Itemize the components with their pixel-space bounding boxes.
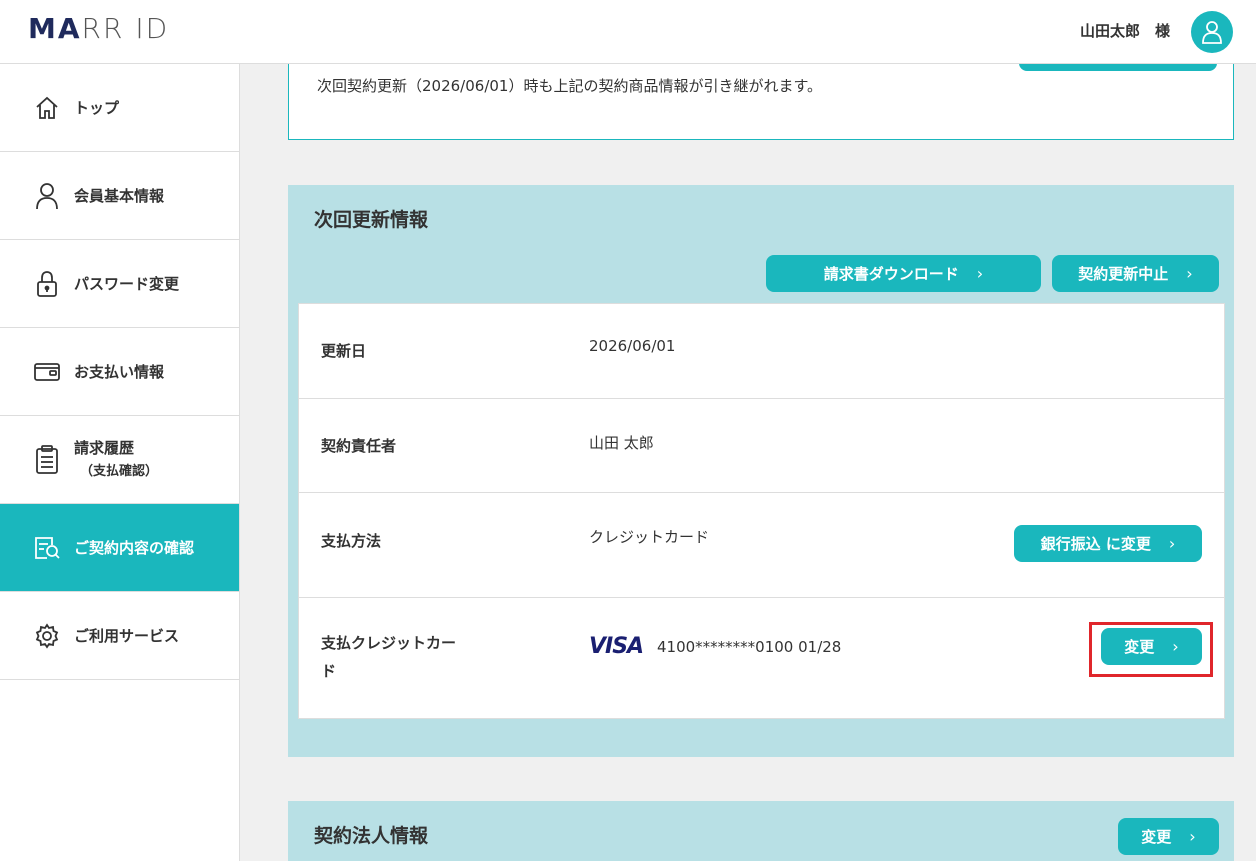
change-card-button[interactable]: 変更 › xyxy=(1101,628,1202,665)
sidebar-item-top[interactable]: トップ xyxy=(0,64,239,152)
sidebar-item-services[interactable]: ご利用サービス xyxy=(0,592,239,680)
sidebar-item-billing-history[interactable]: 請求履歴 （支払確認） xyxy=(0,416,239,504)
table-row: 支払クレジットカード VISA 4100********0100 01/28 変… xyxy=(299,598,1224,719)
sidebar-item-payment[interactable]: お支払い情報 xyxy=(0,328,239,416)
sidebar-item-member-info[interactable]: 会員基本情報 xyxy=(0,152,239,240)
sidebar-item-label-sub: （支払確認） xyxy=(80,463,159,479)
button-label: 請求書ダウンロード xyxy=(823,265,959,283)
sidebar-item-contract[interactable]: ご契約内容の確認 xyxy=(0,504,239,592)
row-value: 山田 太郎 xyxy=(589,434,654,452)
table-row: 契約責任者 山田 太郎 xyxy=(299,399,1224,493)
change-corporate-info-button[interactable]: 変更 › xyxy=(1118,818,1219,855)
notice-text: 次回契約更新（2026/06/01）時も上記の契約商品情報が引き継がれます。 xyxy=(317,77,822,95)
home-icon xyxy=(32,93,62,123)
renewal-panel: 次回更新情報 請求書ダウンロード › 契約更新中止 › 更新日 2026/06/… xyxy=(288,185,1234,757)
table-row: 支払方法 クレジットカード 銀行振込 に変更 › xyxy=(299,493,1224,598)
wallet-icon xyxy=(32,357,62,387)
sidebar-item-label: お支払い情報 xyxy=(74,362,165,381)
change-to-bank-transfer-button[interactable]: 銀行振込 に変更 › xyxy=(1014,525,1202,562)
button-label: 契約更新中止 xyxy=(1078,265,1169,283)
gear-icon xyxy=(32,621,62,651)
button-label: 変更 xyxy=(1124,638,1155,656)
sidebar-item-label: 会員基本情報 xyxy=(74,186,165,205)
table-row: 更新日 2026/06/01 xyxy=(299,304,1224,399)
row-key: 支払方法 xyxy=(321,532,382,550)
row-value: クレジットカード xyxy=(589,528,710,546)
row-key: 契約責任者 xyxy=(321,437,397,455)
previous-section-button[interactable] xyxy=(1019,64,1217,71)
row-key: 更新日 xyxy=(321,342,367,360)
user-name: 山田太郎 様 xyxy=(1079,22,1170,40)
logo[interactable]: MARR ID xyxy=(28,12,169,45)
sidebar-item-label: ご契約内容の確認 xyxy=(74,538,195,557)
row-key-line: ド xyxy=(321,662,337,680)
logo-text: RR ID xyxy=(81,12,170,45)
clipboard-icon xyxy=(32,444,62,475)
main-content: 次回契約更新（2026/06/01）時も上記の契約商品情報が引き継がれます。 次… xyxy=(240,64,1256,861)
chevron-right-icon: › xyxy=(1189,827,1196,846)
row-value: 2026/06/01 xyxy=(589,337,676,355)
document-search-icon xyxy=(32,533,62,563)
sidebar-item-label: パスワード変更 xyxy=(74,274,180,293)
card-number: 4100********0100 01/28 xyxy=(657,638,842,656)
invoice-download-button[interactable]: 請求書ダウンロード › xyxy=(766,255,1041,292)
logo-accent: MA xyxy=(28,12,82,45)
button-label: 変更 xyxy=(1141,828,1172,846)
chevron-right-icon: › xyxy=(976,264,984,283)
notice-box: 次回契約更新（2026/06/01）時も上記の契約商品情報が引き継がれます。 xyxy=(288,64,1234,140)
lock-icon xyxy=(32,269,62,299)
panel-title: 契約法人情報 xyxy=(314,825,429,847)
sidebar-item-label: トップ xyxy=(74,98,120,117)
chevron-right-icon: › xyxy=(1186,264,1193,283)
button-label: 銀行振込 に変更 xyxy=(1040,535,1151,553)
row-key: 支払クレジットカード xyxy=(321,629,456,685)
corporate-panel: 契約法人情報 変更 › xyxy=(288,801,1234,861)
chevron-right-icon: › xyxy=(1168,534,1176,553)
sidebar: トップ 会員基本情報 パスワード変更 お支払い情報 請求履歴 （支払確認） ご契約… xyxy=(0,64,240,861)
row-key-line: 支払クレジットカー xyxy=(321,634,457,652)
sidebar-item-label: 請求履歴 （支払確認） xyxy=(74,436,158,484)
renewal-table: 更新日 2026/06/01 契約責任者 山田 太郎 支払方法 クレジットカード… xyxy=(298,303,1225,719)
chevron-right-icon: › xyxy=(1172,637,1179,656)
panel-title: 次回更新情報 xyxy=(314,209,429,231)
stop-renewal-button[interactable]: 契約更新中止 › xyxy=(1052,255,1219,292)
sidebar-item-label-main: 請求履歴 xyxy=(74,438,135,457)
sidebar-item-password[interactable]: パスワード変更 xyxy=(0,240,239,328)
avatar[interactable] xyxy=(1191,11,1233,53)
user-icon xyxy=(1202,21,1222,44)
user-icon xyxy=(32,181,62,211)
visa-logo: VISA xyxy=(589,634,644,659)
header: MARR ID 山田太郎 様 xyxy=(0,0,1256,64)
sidebar-item-label: ご利用サービス xyxy=(74,626,180,645)
